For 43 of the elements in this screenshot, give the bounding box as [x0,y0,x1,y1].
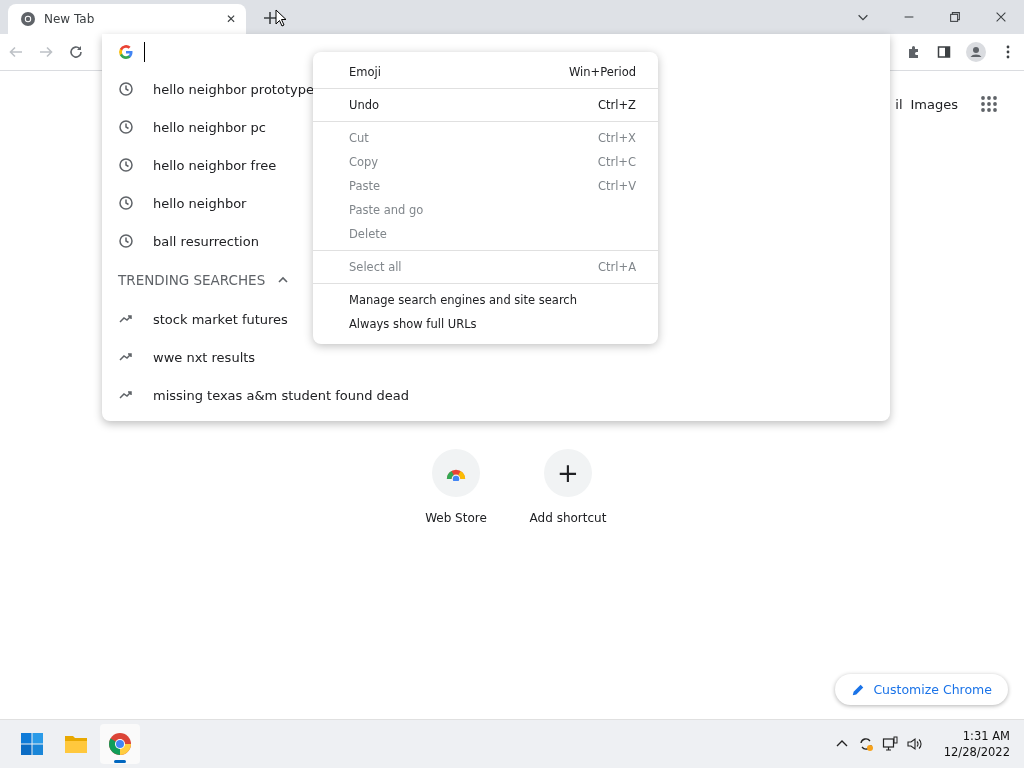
tab-title: New Tab [44,12,96,26]
menu-item[interactable]: Always show full URLs [313,312,658,336]
mouse-cursor-icon [275,9,287,27]
google-logo-icon [118,44,134,60]
section-header: TRENDING SEARCHES [118,272,266,288]
windows-logo-icon [20,732,44,756]
menu-item[interactable]: Manage search engines and site search [313,288,658,312]
clock-icon [118,119,134,135]
web-store-shortcut[interactable] [432,449,480,497]
side-panel-icon[interactable] [936,44,952,60]
shortcut-label: Web Store [425,511,487,525]
clock-icon [118,81,134,97]
speaker-icon[interactable] [905,736,922,752]
suggestion-item[interactable]: hello neighbor pc [102,108,270,146]
header-link[interactable]: Images [910,96,958,112]
apps-grid-icon[interactable] [980,95,998,113]
suggestion-item[interactable]: wwe nxt results [102,338,260,376]
sync-icon[interactable] [857,736,874,752]
customize-chrome-button[interactable]: Customize Chrome [835,674,1008,705]
new-tab-icon[interactable] [262,10,278,26]
browser-tab[interactable]: New Tab ✕ [8,4,246,34]
close-tab-button[interactable]: ✕ [225,12,236,26]
suggestion-item[interactable]: stock market futures [102,300,292,338]
time-text: 1:31 AM [962,728,1010,744]
header-link[interactable]: il [895,96,903,112]
network-icon[interactable] [881,736,898,752]
profile-icon[interactable] [966,42,986,62]
suggestion-item[interactable]: missing texas a&m student found dead [102,376,414,414]
add-shortcut-button[interactable]: + [544,449,592,497]
clock-icon [118,233,134,249]
date-text: 12/28/2022 [943,744,1010,760]
shortcut-label: Add shortcut [529,511,607,525]
reload-icon[interactable] [68,44,84,60]
close-icon[interactable] [994,10,1008,24]
taskbar-app[interactable] [100,724,140,764]
clock[interactable]: 1:31 AM 12/28/2022 [929,728,1014,760]
suggestion-item[interactable]: hello neighbor [102,184,251,222]
clock-icon [118,157,134,173]
pencil-icon [851,682,866,697]
suggestion-item[interactable]: ball resurrection [102,222,263,260]
suggestion-item[interactable]: hello neighbor free [102,146,281,184]
restore-icon[interactable] [948,10,962,24]
clock-icon [118,195,134,211]
